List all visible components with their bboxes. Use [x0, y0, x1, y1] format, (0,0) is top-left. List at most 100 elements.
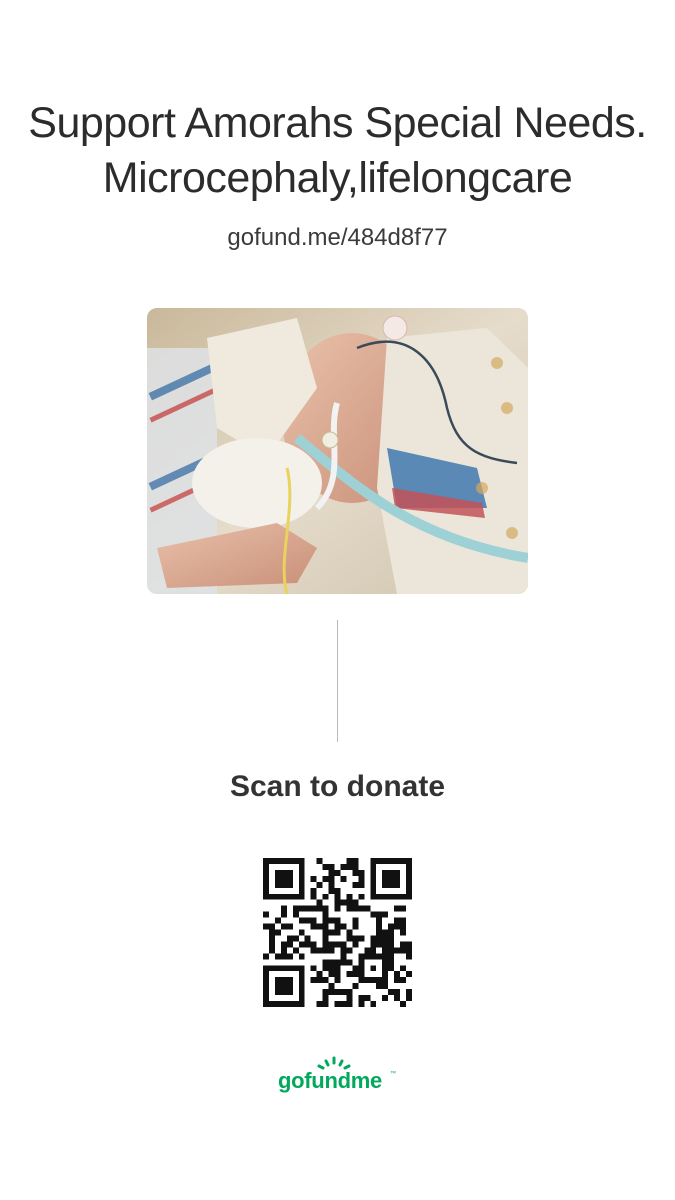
- qr-module: [394, 893, 401, 900]
- qr-module: [334, 923, 341, 930]
- qr-module: [382, 959, 389, 966]
- qr-module: [322, 905, 329, 912]
- qr-module: [400, 977, 407, 984]
- qr-module: [328, 959, 335, 966]
- qr-module: [352, 881, 359, 888]
- qr-module: [280, 977, 287, 984]
- qr-module: [298, 917, 305, 924]
- qr-module: [280, 905, 287, 912]
- qr-module: [298, 965, 305, 972]
- qr-module: [400, 917, 407, 924]
- qr-module: [340, 1001, 347, 1007]
- qr-module: [394, 858, 401, 864]
- qr-module: [406, 989, 412, 996]
- qr-module: [388, 965, 395, 972]
- qr-module: [370, 947, 377, 954]
- qr-module: [286, 869, 293, 876]
- qr-module: [382, 881, 389, 888]
- qr-module: [346, 995, 353, 1002]
- qr-module: [358, 869, 365, 876]
- qr-module: [346, 989, 353, 996]
- qr-module: [370, 887, 377, 894]
- qr-module: [274, 858, 281, 864]
- qr-module: [268, 935, 275, 942]
- qr-module: [286, 935, 293, 942]
- qr-module: [263, 977, 269, 984]
- campaign-title-line-1: Support Amorahs Special Needs.: [28, 99, 647, 147]
- qr-module: [394, 971, 401, 978]
- donate-qr-code[interactable]: [263, 858, 412, 1007]
- campaign-photo: [147, 308, 528, 594]
- qr-module: [334, 1001, 341, 1007]
- qr-module: [328, 971, 335, 978]
- qr-module: [316, 858, 323, 864]
- qr-module: [340, 989, 347, 996]
- qr-module: [280, 911, 287, 918]
- qr-module: [322, 965, 329, 972]
- qr-module: [364, 953, 371, 960]
- qr-module: [340, 899, 347, 906]
- qr-module: [286, 965, 293, 972]
- qr-module: [298, 881, 305, 888]
- qr-module: [322, 935, 329, 942]
- qr-module: [274, 875, 281, 882]
- campaign-title-line-2: Microcephaly,lifelongcare: [102, 154, 573, 202]
- qr-module: [388, 953, 395, 960]
- section-divider: [337, 620, 338, 742]
- qr-module: [382, 995, 389, 1002]
- qr-module: [316, 923, 323, 930]
- qr-module: [352, 941, 359, 948]
- qr-module: [346, 959, 353, 966]
- qr-module: [382, 965, 389, 972]
- qr-module: [310, 941, 317, 948]
- qr-module: [328, 929, 335, 936]
- qr-module: [370, 875, 377, 882]
- qr-module: [322, 929, 329, 936]
- qr-module: [263, 965, 269, 972]
- qr-module: [346, 858, 353, 864]
- qr-module: [388, 947, 395, 954]
- qr-module: [304, 935, 311, 942]
- qr-module: [280, 953, 287, 960]
- qr-module: [358, 965, 365, 972]
- qr-module: [280, 1001, 287, 1007]
- qr-module: [292, 965, 299, 972]
- qr-module: [286, 875, 293, 882]
- qr-module: [298, 929, 305, 936]
- qr-module: [316, 1001, 323, 1007]
- qr-module: [274, 893, 281, 900]
- qr-module: [352, 935, 359, 942]
- qr-module: [263, 989, 269, 996]
- qr-module: [310, 923, 317, 930]
- qr-module: [406, 953, 412, 960]
- qr-module: [328, 863, 335, 870]
- qr-module: [298, 887, 305, 894]
- qr-module: [394, 947, 401, 954]
- qr-module: [286, 1001, 293, 1007]
- qr-module: [352, 863, 359, 870]
- qr-module: [358, 977, 365, 984]
- qr-module: [310, 887, 317, 894]
- qr-module: [334, 989, 341, 996]
- qr-module: [298, 983, 305, 990]
- qr-module: [388, 869, 395, 876]
- qr-module: [286, 858, 293, 864]
- campaign-short-url[interactable]: gofund.me/484d8f77: [0, 224, 675, 252]
- qr-module: [394, 989, 401, 996]
- qr-module: [334, 941, 341, 948]
- qr-module: [406, 887, 412, 894]
- qr-module: [340, 875, 347, 882]
- qr-module: [292, 947, 299, 954]
- qr-module: [406, 971, 412, 978]
- qr-module: [382, 858, 389, 864]
- qr-module: [334, 887, 341, 894]
- qr-module: [370, 965, 377, 972]
- qr-module: [352, 917, 359, 924]
- qr-module: [400, 947, 407, 954]
- qr-module: [370, 1001, 377, 1007]
- qr-module: [364, 947, 371, 954]
- qr-module: [382, 947, 389, 954]
- qr-module: [364, 905, 371, 912]
- qr-module: [352, 905, 359, 912]
- qr-module: [292, 858, 299, 864]
